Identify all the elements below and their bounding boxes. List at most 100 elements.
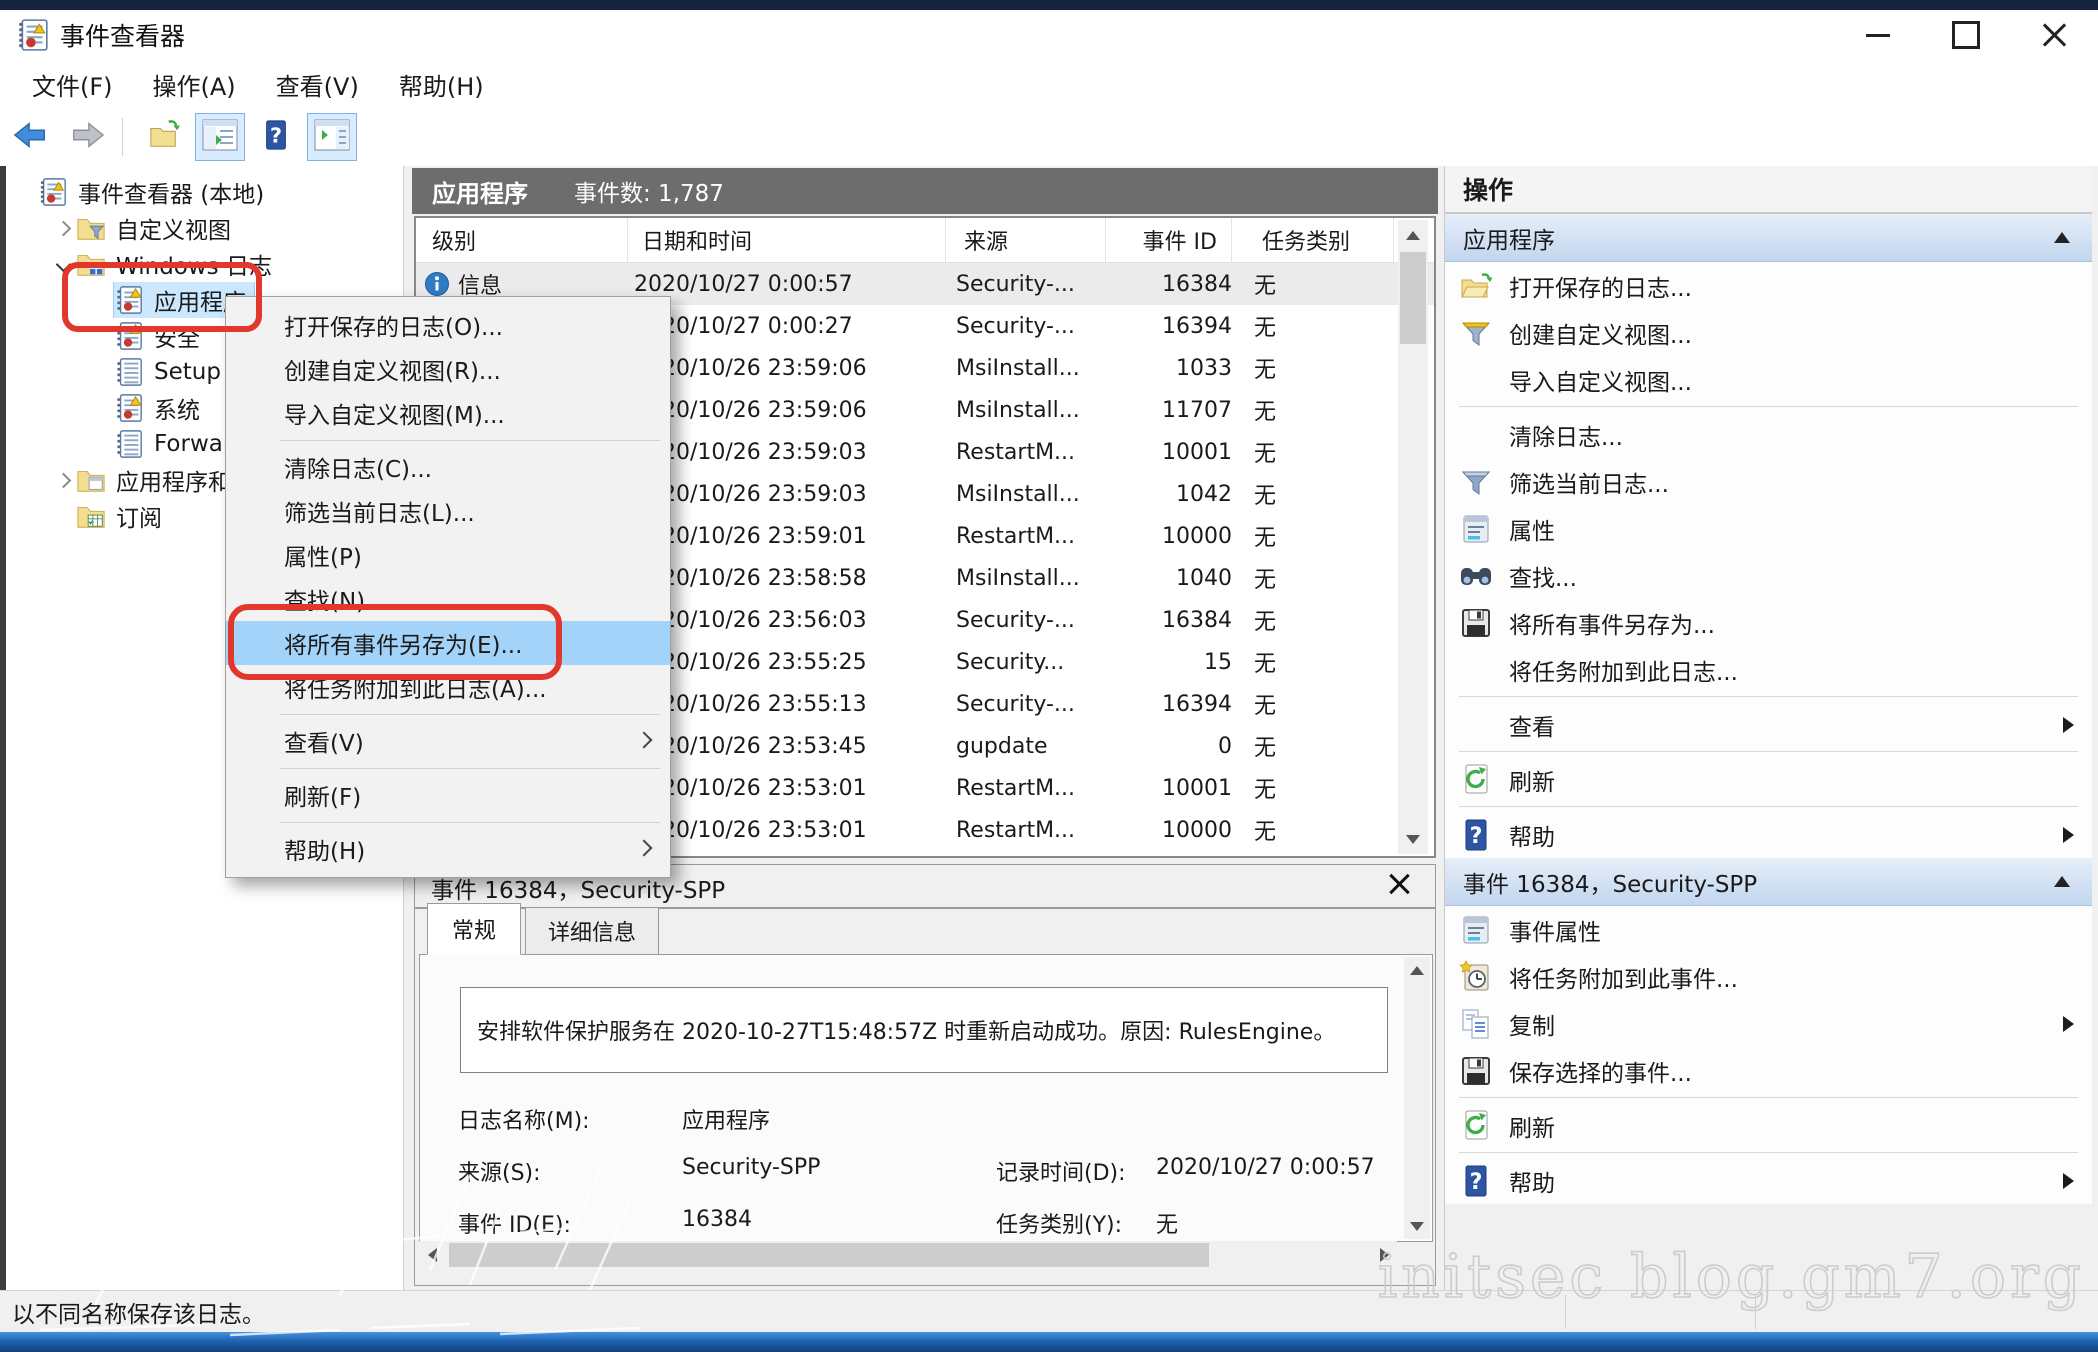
action-item-属性[interactable]: 属性 — [1445, 505, 2092, 552]
context-menu-item-查找(N)...[interactable]: 查找(N)... — [226, 577, 670, 621]
chevron-expanded-icon[interactable] — [50, 259, 76, 270]
refresh-icon — [1459, 763, 1493, 797]
action-item-创建自定义视图...[interactable]: 创建自定义视图... — [1445, 309, 2092, 356]
show-console-tree-button[interactable] — [195, 113, 245, 161]
forward-arrow-button[interactable] — [62, 113, 112, 161]
menubar-item[interactable]: 查看(V) — [268, 63, 367, 106]
action-item-将任务附加到此事件...[interactable]: 将任务附加到此事件... — [1445, 953, 2092, 1000]
context-menu-item-label: 打开保存的日志(O)... — [284, 308, 503, 342]
field-value: 16384 — [682, 1207, 752, 1232]
menubar-item[interactable]: 帮助(H) — [391, 63, 492, 106]
column-header-任务类别[interactable]: 任务类别 — [1246, 218, 1394, 262]
event-date: 2020/10/26 23:53:01 — [634, 809, 946, 851]
menubar-item[interactable]: 文件(F) — [24, 63, 121, 106]
events-scroll-thumb[interactable] — [1400, 252, 1426, 344]
action-item-帮助[interactable]: ?帮助 — [1445, 811, 2092, 858]
tree-item-自定义视图[interactable]: 自定义视图 — [50, 210, 403, 246]
context-menu-item-导入自定义视图(M)...[interactable]: 导入自定义视图(M)... — [226, 391, 670, 435]
tree-item-label: 自定义视图 — [114, 210, 239, 246]
detail-hscroll-thumb[interactable] — [449, 1243, 1209, 1267]
column-header-级别[interactable]: 级别 — [416, 218, 628, 262]
scroll-right-icon[interactable] — [1371, 1241, 1397, 1269]
help-button[interactable]: ? — [251, 113, 301, 161]
action-item-label: 保存选择的事件... — [1509, 1054, 1692, 1088]
field-value: 无 — [1156, 1207, 1178, 1239]
event-category: 无 — [1254, 725, 1394, 767]
tree-item-label: 订阅 — [114, 498, 170, 534]
back-arrow-button[interactable] — [6, 113, 56, 161]
scroll-down-icon[interactable] — [1404, 1213, 1430, 1239]
detail-close-icon[interactable] — [1385, 869, 1415, 899]
menubar-item[interactable]: 操作(A) — [145, 63, 244, 106]
context-menu-item-帮助(H)[interactable]: 帮助(H) — [226, 827, 670, 871]
tree-item-content: 订阅 — [76, 498, 170, 534]
chevron-collapsed-icon[interactable] — [50, 475, 76, 486]
actions-section-header[interactable]: 事件 16384，Security-SPP — [1445, 858, 2092, 906]
scroll-up-icon[interactable] — [1398, 220, 1428, 250]
title-bar: 事件查看器 — [0, 10, 2098, 60]
context-menu-item-清除日志(C)...[interactable]: 清除日志(C)... — [226, 445, 670, 489]
tree-item-content: 系统 — [114, 390, 208, 426]
action-item-刷新[interactable]: 刷新 — [1445, 1102, 2092, 1149]
action-item-label: 导入自定义视图... — [1509, 363, 1692, 397]
maximize-button[interactable] — [1922, 10, 2010, 60]
minimize-button[interactable] — [1834, 10, 1922, 60]
tree-item-Windows 日志[interactable]: Windows 日志 — [50, 246, 403, 282]
action-item-复制[interactable]: 复制 — [1445, 1000, 2092, 1047]
chevron-collapsed-icon[interactable] — [50, 223, 76, 234]
scroll-left-icon[interactable] — [419, 1241, 445, 1269]
context-menu-item-将任务附加到此日志(A)...[interactable]: 将任务附加到此日志(A)... — [226, 665, 670, 709]
context-menu-item-创建自定义视图(R)...[interactable]: 创建自定义视图(R)... — [226, 347, 670, 391]
context-menu-item-查看(V)[interactable]: 查看(V) — [226, 719, 670, 763]
action-item-帮助[interactable]: ?帮助 — [1445, 1157, 2092, 1204]
action-item-查看[interactable]: 查看 — [1445, 701, 2092, 748]
tree-item-事件查看器 (本地)[interactable]: 事件查看器 (本地) — [12, 174, 403, 210]
action-item-清除日志...[interactable]: 清除日志... — [1445, 411, 2092, 458]
context-menu-item-筛选当前日志(L)...[interactable]: 筛选当前日志(L)... — [226, 489, 670, 533]
show-action-pane-button[interactable] — [307, 113, 357, 161]
actions-section-title: 应用程序 — [1463, 221, 1555, 255]
action-item-保存选择的事件...[interactable]: 保存选择的事件... — [1445, 1047, 2092, 1094]
action-item-事件属性[interactable]: 事件属性 — [1445, 906, 2092, 953]
detail-horizontal-scrollbar[interactable] — [419, 1241, 1397, 1269]
floppy-icon — [1459, 606, 1493, 640]
collapse-arrow-icon[interactable] — [2054, 876, 2070, 887]
action-item-导入自定义视图...[interactable]: 导入自定义视图... — [1445, 356, 2092, 403]
event-id: 16384 — [1072, 599, 1232, 641]
context-menu-item-属性(P)[interactable]: 属性(P) — [226, 533, 670, 577]
action-item-打开保存的日志...[interactable]: 打开保存的日志... — [1445, 262, 2092, 309]
collapse-arrow-icon[interactable] — [2054, 232, 2070, 243]
context-menu-item-刷新(F)[interactable]: 刷新(F) — [226, 773, 670, 817]
events-vertical-scrollbar[interactable] — [1398, 220, 1428, 854]
tree-item-content: Windows 日志 — [76, 246, 280, 282]
event-date: 2020/10/27 0:00:57 — [634, 263, 946, 305]
open-saved-log-button[interactable] — [139, 113, 189, 161]
event-date: 2020/10/26 23:58:58 — [634, 557, 946, 599]
actions-section-header[interactable]: 应用程序 — [1445, 214, 2092, 262]
context-menu-item-将所有事件另存为(E)...[interactable]: 将所有事件另存为(E)... — [226, 621, 670, 665]
window-controls — [1834, 10, 2098, 60]
action-item-查找...[interactable]: 查找... — [1445, 552, 2092, 599]
tab-详细信息[interactable]: 详细信息 — [525, 907, 659, 955]
blank-icon — [1459, 653, 1493, 687]
detail-vertical-scrollbar[interactable] — [1404, 957, 1430, 1239]
scroll-down-icon[interactable] — [1398, 824, 1428, 854]
submenu-chevron-icon — [636, 840, 653, 857]
tree-item-content: 安全 — [114, 318, 208, 354]
action-item-将所有事件另存为...[interactable]: 将所有事件另存为... — [1445, 599, 2092, 646]
action-item-将任务附加到此日志...[interactable]: 将任务附加到此日志... — [1445, 646, 2092, 693]
action-item-刷新[interactable]: 刷新 — [1445, 756, 2092, 803]
scroll-up-icon[interactable] — [1404, 957, 1430, 983]
event-id: 16394 — [1072, 305, 1232, 347]
context-menu-item-打开保存的日志(O)...[interactable]: 打开保存的日志(O)... — [226, 303, 670, 347]
tab-常规[interactable]: 常规 — [427, 903, 521, 955]
field-label: 来源(S): — [458, 1155, 541, 1187]
column-header-事件 ID[interactable]: 事件 ID — [1064, 218, 1232, 262]
action-item-筛选当前日志...[interactable]: 筛选当前日志... — [1445, 458, 2092, 505]
event-id: 10001 — [1072, 767, 1232, 809]
column-header-日期和时间[interactable]: 日期和时间 — [626, 218, 946, 262]
action-item-label: 刷新 — [1509, 763, 1555, 797]
event-category: 无 — [1254, 641, 1394, 683]
close-button[interactable] — [2010, 10, 2098, 60]
actions-pane-title: 操作 — [1445, 166, 2092, 214]
